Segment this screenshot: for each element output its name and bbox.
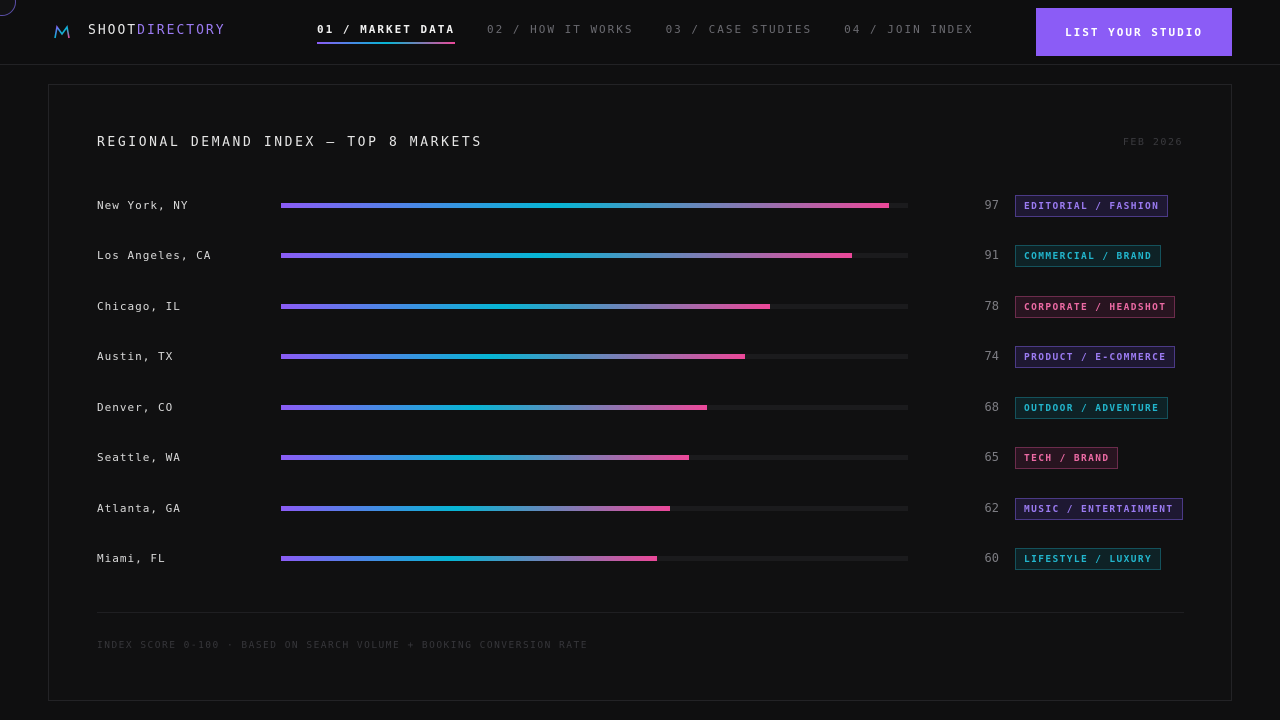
top-header: SHOOTDIRECTORY 01 / MARKET DATA 02 / HOW… [0, 0, 1280, 65]
category-tag[interactable]: CORPORATE / HEADSHOT [1015, 296, 1176, 318]
chart-footnote: INDEX SCORE 0-100 · BASED ON SEARCH VOLU… [97, 640, 588, 651]
index-score: 91 [984, 248, 999, 262]
demand-bar [281, 455, 689, 460]
corner-dot-icon [0, 0, 16, 16]
nav-how-it-works[interactable]: 02 / HOW IT WORKS [487, 23, 634, 42]
category-tag[interactable]: TECH / BRAND [1015, 447, 1119, 469]
category-tag[interactable]: OUTDOOR / ADVENTURE [1015, 397, 1169, 419]
category-tag[interactable]: MUSIC / ENTERTAINMENT [1015, 498, 1183, 520]
market-row: Denver, CO 68 OUTDOOR / ADVENTURE [97, 397, 1197, 419]
market-row: Los Angeles, CA 91 COMMERCIAL / BRAND [97, 245, 1197, 267]
index-score: 78 [984, 299, 999, 313]
category-tag[interactable]: PRODUCT / E-COMMERCE [1015, 346, 1176, 368]
index-score: 68 [984, 400, 999, 414]
brand-name[interactable]: SHOOTDIRECTORY [88, 23, 226, 38]
market-city-label: New York, NY [97, 199, 189, 212]
nav-join-index[interactable]: 04 / JOIN INDEX [844, 23, 973, 42]
chart-title: REGIONAL DEMAND INDEX — TOP 8 MARKETS [97, 135, 483, 150]
market-city-label: Denver, CO [97, 401, 174, 414]
market-row: Chicago, IL 78 CORPORATE / HEADSHOT [97, 296, 1197, 318]
market-row: Austin, TX 74 PRODUCT / E-COMMERCE [97, 346, 1197, 368]
market-city-label: Miami, FL [97, 552, 166, 565]
demand-bar [281, 506, 670, 511]
market-city-label: Austin, TX [97, 350, 174, 363]
market-row: New York, NY 97 EDITORIAL / FASHION [97, 195, 1197, 217]
bar-track [281, 354, 908, 359]
nav-market-data[interactable]: 01 / MARKET DATA [317, 23, 455, 44]
logo-icon[interactable] [54, 25, 70, 39]
index-score: 74 [984, 349, 999, 363]
brand-accent: DIRECTORY [137, 23, 226, 38]
index-score: 62 [984, 501, 999, 515]
market-city-label: Los Angeles, CA [97, 249, 212, 262]
list-your-studio-button[interactable]: LIST YOUR STUDIO [1036, 8, 1232, 56]
demand-bar [281, 203, 890, 208]
category-tag[interactable]: COMMERCIAL / BRAND [1015, 245, 1162, 267]
demand-bar [281, 253, 852, 258]
demand-bar [281, 304, 771, 309]
bar-track [281, 304, 908, 309]
category-tag[interactable]: EDITORIAL / FASHION [1015, 195, 1169, 217]
market-city-label: Seattle, WA [97, 451, 181, 464]
main-nav: 01 / MARKET DATA 02 / HOW IT WORKS 03 / … [317, 23, 1006, 44]
divider [97, 612, 1184, 613]
market-city-label: Chicago, IL [97, 300, 181, 313]
bar-track [281, 506, 908, 511]
bar-track [281, 405, 908, 410]
chart-date: FEB 2026 [1122, 137, 1183, 148]
bar-track [281, 556, 908, 561]
market-row: Atlanta, GA 62 MUSIC / ENTERTAINMENT [97, 498, 1197, 520]
market-row: Seattle, WA 65 TECH / BRAND [97, 447, 1197, 469]
index-score: 65 [984, 450, 999, 464]
regional-demand-panel: REGIONAL DEMAND INDEX — TOP 8 MARKETS FE… [48, 84, 1232, 701]
nav-case-studies[interactable]: 03 / CASE STUDIES [666, 23, 813, 42]
index-score: 60 [984, 551, 999, 565]
index-score: 97 [984, 198, 999, 212]
demand-bar [281, 405, 708, 410]
bar-track [281, 203, 908, 208]
bar-track [281, 455, 908, 460]
demand-bar [281, 556, 658, 561]
market-city-label: Atlanta, GA [97, 502, 181, 515]
category-tag[interactable]: LIFESTYLE / LUXURY [1015, 548, 1162, 570]
brand-primary: SHOOT [88, 23, 138, 38]
demand-bar [281, 354, 745, 359]
bar-track [281, 253, 908, 258]
market-row: Miami, FL 60 LIFESTYLE / LUXURY [97, 548, 1197, 570]
